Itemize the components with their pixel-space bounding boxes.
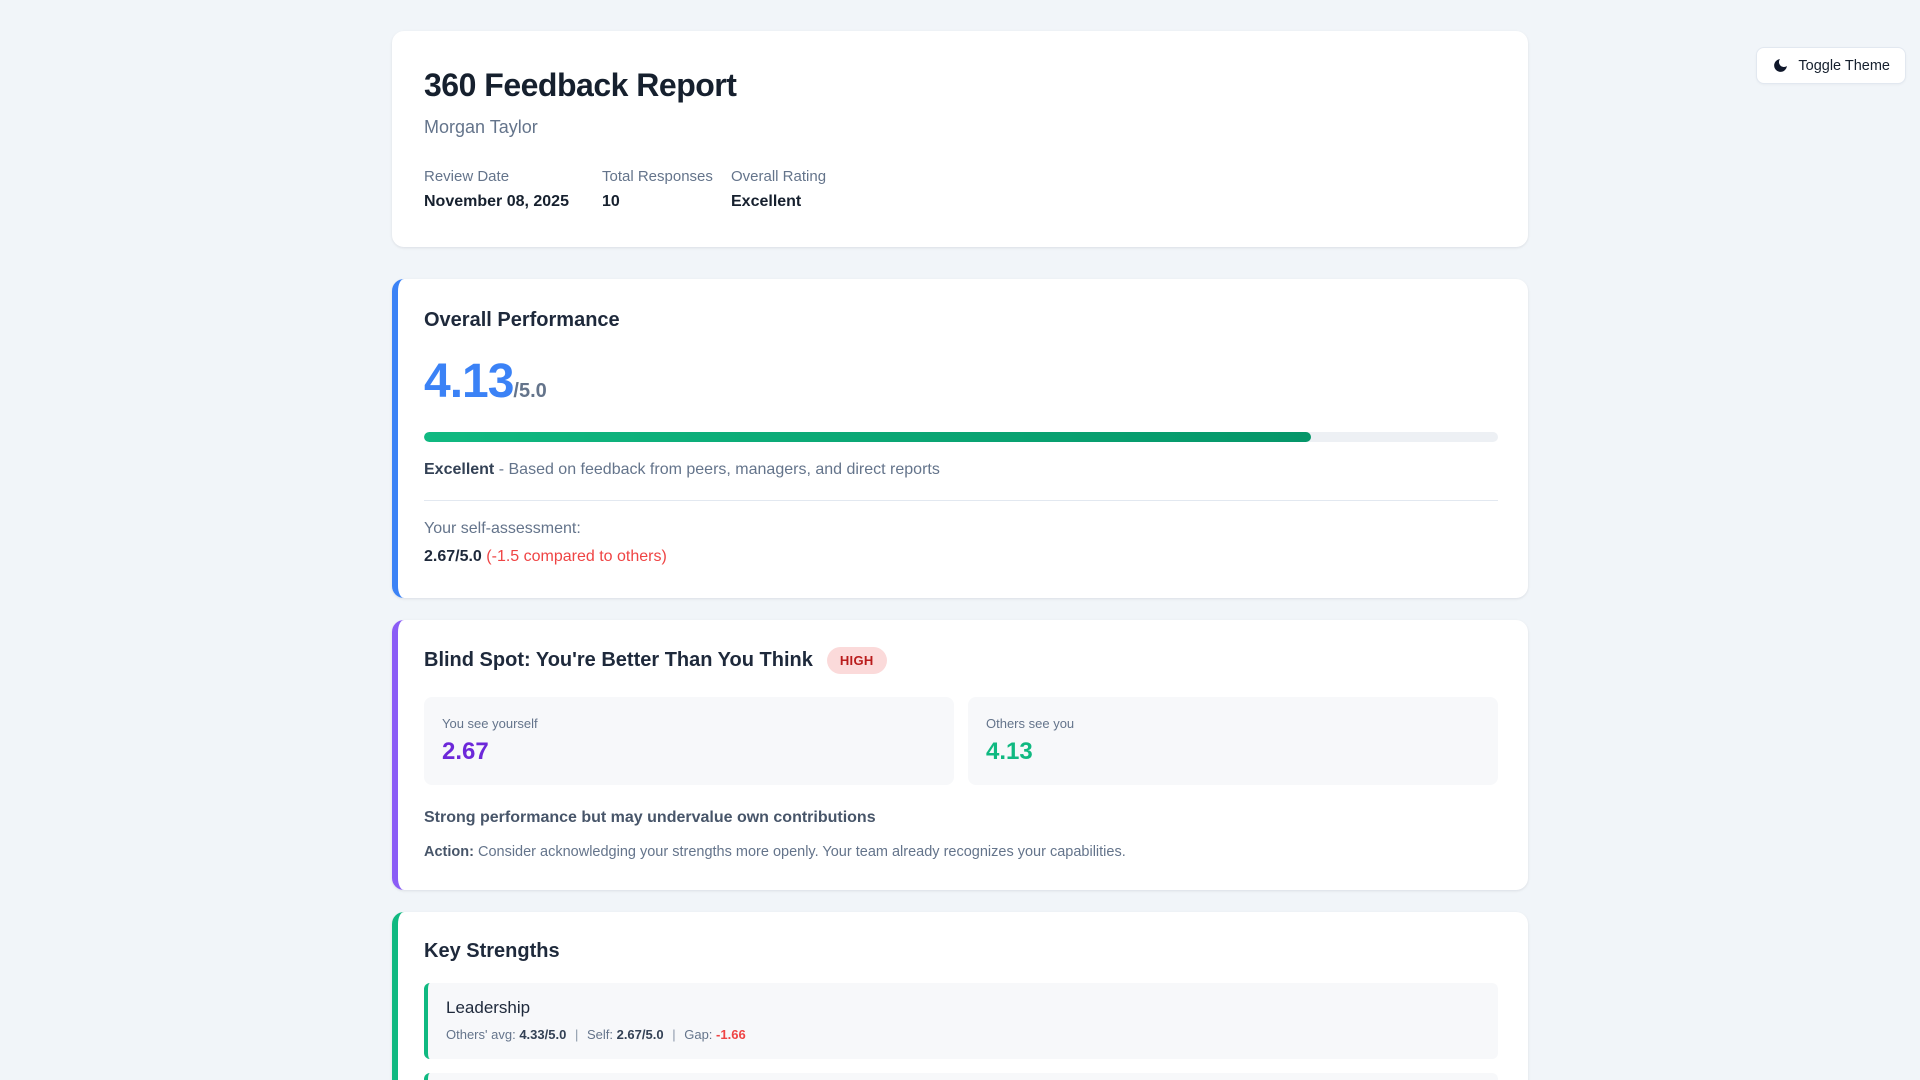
meta-review-date: Review Date November 08, 2025 (424, 168, 602, 211)
key-strengths-title: Key Strengths (424, 940, 1498, 963)
action-text: Consider acknowledging your strengths mo… (478, 844, 1126, 860)
rating-description: Excellent - Based on feedback from peers… (424, 459, 1498, 481)
meta-value: Excellent (731, 193, 826, 211)
others-view-box: Others see you 4.13 (968, 697, 1498, 785)
blind-spot-interpretation: Strong performance but may undervalue ow… (424, 807, 1498, 829)
overall-progress-fill (424, 432, 1311, 442)
blind-spot-action: Action: Consider acknowledging your stre… (424, 842, 1498, 862)
rating-description-text: - Based on feedback from peers, managers… (499, 461, 940, 478)
rating-label: Excellent (424, 461, 494, 478)
self-assessment-label: Your self-assessment: (424, 518, 1498, 540)
overall-score-value: 4.13 (424, 358, 513, 406)
gap-value: -1.66 (716, 1027, 746, 1042)
strength-name: Leadership (446, 998, 1480, 1018)
meta-label: Review Date (424, 168, 602, 185)
page-title: 360 Feedback Report (424, 67, 1496, 104)
report-meta-row: Review Date November 08, 2025 Total Resp… (424, 168, 1496, 211)
meta-overall-rating: Overall Rating Excellent (731, 168, 826, 211)
self-assessment-line: 2.67/5.0 (-1.5 compared to others) (424, 546, 1498, 568)
meta-label: Total Responses (602, 168, 731, 185)
subject-name: Morgan Taylor (424, 117, 1496, 138)
overall-performance-card: Overall Performance 4.13 /5.0 Excellent … (392, 279, 1528, 598)
key-strengths-card: Key Strengths Leadership Others' avg: 4.… (392, 912, 1528, 1080)
moon-icon (1772, 57, 1789, 74)
self-view-value: 2.67 (442, 740, 936, 764)
self-view-box: You see yourself 2.67 (424, 697, 954, 785)
overall-score: 4.13 /5.0 (424, 358, 1498, 406)
self-value: 2.67/5.0 (617, 1027, 664, 1042)
blind-spot-title-row: Blind Spot: You're Better Than You Think… (424, 647, 1498, 674)
self-assessment-score: 2.67/5.0 (424, 548, 482, 565)
report-container: 360 Feedback Report Morgan Taylor Review… (392, 31, 1528, 1080)
theme-toggle-label: Toggle Theme (1798, 58, 1890, 74)
overall-score-scale: /5.0 (513, 380, 546, 403)
report-header-card: 360 Feedback Report Morgan Taylor Review… (392, 31, 1528, 247)
gap-label: Gap: (684, 1027, 712, 1042)
others-view-value: 4.13 (986, 740, 1480, 764)
strength-detail: Others' avg: 4.33/5.0 | Self: 2.67/5.0 |… (446, 1027, 1480, 1042)
divider (424, 500, 1498, 501)
self-assessment-gap: (-1.5 compared to others) (486, 548, 667, 565)
separator: | (672, 1027, 675, 1042)
others-view-label: Others see you (986, 716, 1480, 731)
blind-spot-card: Blind Spot: You're Better Than You Think… (392, 620, 1528, 890)
separator: | (575, 1027, 578, 1042)
overall-performance-title: Overall Performance (424, 309, 1498, 332)
others-avg-value: 4.33/5.0 (519, 1027, 566, 1042)
perception-comparison: You see yourself 2.67 Others see you 4.1… (424, 697, 1498, 785)
overall-progress-track (424, 432, 1498, 442)
strength-item-leadership: Leadership Others' avg: 4.33/5.0 | Self:… (424, 983, 1498, 1059)
theme-toggle-button[interactable]: Toggle Theme (1756, 47, 1906, 84)
meta-label: Overall Rating (731, 168, 826, 185)
meta-total-responses: Total Responses 10 (602, 168, 731, 211)
others-avg-label: Others' avg: (446, 1027, 516, 1042)
meta-value: 10 (602, 193, 731, 211)
action-label: Action: (424, 844, 474, 860)
severity-badge: HIGH (827, 647, 887, 674)
meta-value: November 08, 2025 (424, 193, 602, 211)
strength-item-direction: Direction (424, 1073, 1498, 1080)
self-view-label: You see yourself (442, 716, 936, 731)
blind-spot-title: Blind Spot: You're Better Than You Think (424, 649, 813, 672)
self-label: Self: (587, 1027, 613, 1042)
